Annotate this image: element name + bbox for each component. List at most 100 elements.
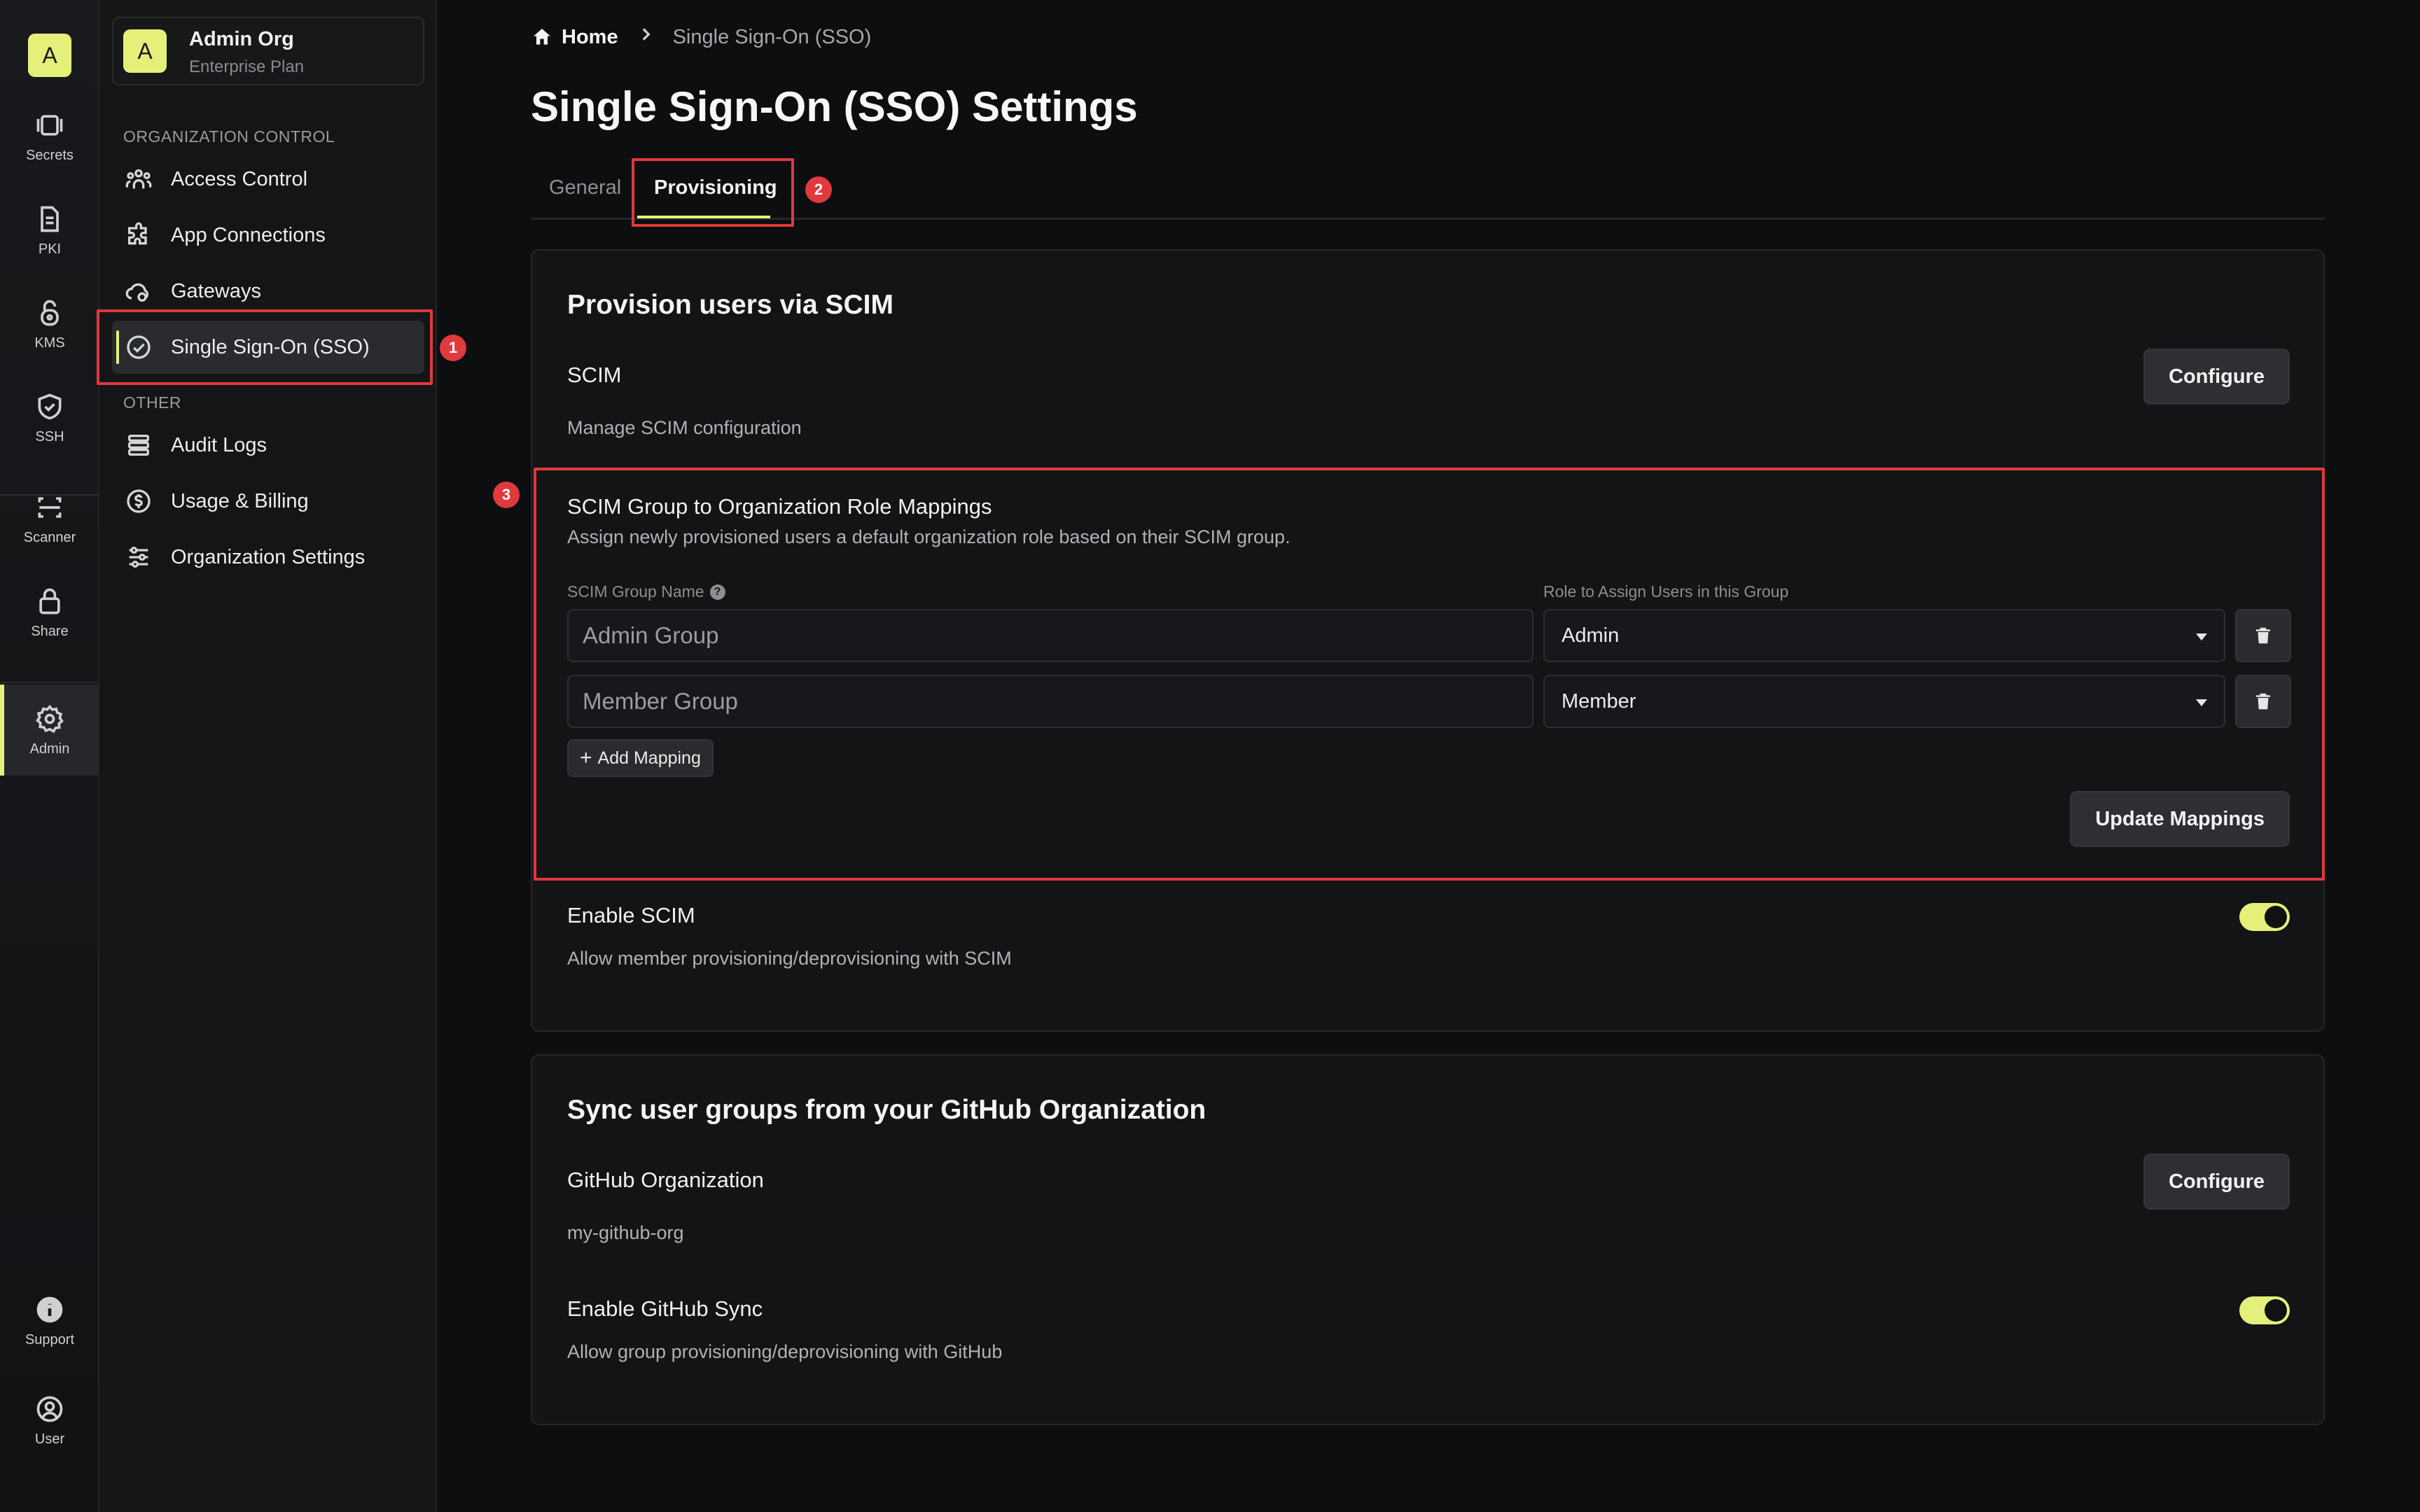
rail-item-pki[interactable]: PKI [0, 185, 99, 276]
enable-scim-description: Allow member provisioning/deprovisioning… [567, 948, 1012, 969]
rail-item-support[interactable]: Support [0, 1275, 99, 1366]
github-card-title: Sync user groups from your GitHub Organi… [567, 1095, 1206, 1125]
rail-item-label: Scanner [23, 529, 76, 545]
app-rail: A Secrets PKI KMS SSH Scanner Share Admi… [0, 0, 99, 1512]
puzzle-icon [128, 222, 147, 245]
sidebar-item-label: App Connections [171, 223, 326, 246]
add-mapping-label: Add Mapping [597, 748, 701, 768]
update-mappings-button[interactable]: Update Mappings [2070, 791, 2290, 847]
rail-item-label: Admin [29, 741, 70, 757]
rail-divider [0, 682, 99, 683]
sidebar-item-gateways[interactable]: Gateways [112, 265, 424, 318]
breadcrumb: Home Single Sign-On (SSO) [531, 25, 871, 49]
rail-item-admin[interactable]: Admin [0, 685, 99, 776]
ssh-icon [38, 393, 62, 419]
scim-configure-button[interactable]: Configure [2143, 349, 2290, 405]
org-name: Admin Org [189, 28, 294, 50]
dollar-circle-icon [127, 489, 151, 513]
rail-item-share[interactable]: Share [0, 567, 99, 658]
check-circle-icon [127, 335, 151, 359]
sidebar-item-label: Gateways [171, 279, 261, 302]
trash-icon [2256, 693, 2270, 710]
secrets-icon [36, 114, 63, 136]
rail-item-scanner[interactable]: Scanner [0, 473, 99, 564]
stack-icon [128, 435, 149, 456]
scim-group-name-input[interactable]: Admin Group [567, 609, 1534, 662]
enable-github-sync-toggle[interactable] [2239, 1296, 2290, 1324]
add-mapping-button[interactable]: + Add Mapping [567, 739, 714, 777]
breadcrumb-home[interactable]: Home [531, 26, 618, 49]
mappings-description: Assign newly provisioned users a default… [567, 526, 1291, 547]
role-select-value: Admin [1562, 624, 1620, 647]
role-select-value: Member [1562, 690, 1636, 713]
plus-icon: + [580, 746, 592, 769]
sidebar-item-usage-billing[interactable]: Usage & Billing [112, 475, 424, 528]
tab-general[interactable]: General [549, 176, 621, 200]
cloud-gateway-icon [125, 283, 149, 302]
scim-description: Manage SCIM configuration [567, 417, 802, 438]
annotation-badge-3: 3 [493, 482, 520, 508]
delete-mapping-button[interactable] [2235, 675, 2291, 728]
kms-icon [41, 300, 59, 326]
annotation-badge-1: 1 [440, 335, 466, 361]
org-switcher[interactable]: A Admin Org Enterprise Plan [112, 17, 424, 85]
active-tab-indicator [637, 216, 770, 218]
page-title: Single Sign-On (SSO) Settings [531, 83, 1138, 130]
delete-mapping-button[interactable] [2235, 609, 2291, 662]
caret-down-icon [2196, 634, 2207, 640]
scim-group-name-input[interactable]: Member Group [567, 675, 1534, 728]
sidebar-item-label: Audit Logs [171, 433, 267, 456]
sidebar-item-single-sign-on[interactable]: Single Sign-On (SSO) [112, 321, 424, 374]
sidebar-item-audit-logs[interactable]: Audit Logs [112, 419, 424, 472]
sidebar-item-label: Organization Settings [171, 545, 366, 568]
tab-provisioning[interactable]: Provisioning [654, 176, 777, 200]
enable-scim-toggle[interactable] [2239, 903, 2290, 931]
app-logo[interactable]: A [28, 34, 71, 77]
rail-item-ssh[interactable]: SSH [0, 372, 99, 463]
section-label-organization-control: ORGANIZATION CONTROL [123, 127, 335, 146]
sliders-icon [129, 547, 148, 568]
rail-item-label: SSH [35, 428, 64, 444]
scim-provisioning-card: Provision users via SCIM SCIM Configure … [531, 249, 2325, 1032]
section-label-other: OTHER [123, 393, 181, 412]
role-select[interactable]: Member [1543, 675, 2225, 728]
sidebar-item-organization-settings[interactable]: Organization Settings [112, 531, 424, 584]
github-org-value: my-github-org [567, 1222, 684, 1243]
rail-item-secrets[interactable]: Secrets [0, 91, 99, 182]
rail-item-user[interactable]: User [0, 1375, 99, 1466]
user-icon [36, 1396, 63, 1422]
caret-down-icon [2196, 699, 2207, 706]
github-configure-button[interactable]: Configure [2143, 1154, 2290, 1210]
rail-item-label: KMS [34, 335, 65, 351]
rail-item-label: User [34, 1431, 65, 1447]
support-icon [36, 1296, 63, 1322]
org-plan: Enterprise Plan [189, 57, 305, 76]
share-icon [39, 588, 60, 614]
scim-group-name-label-text: SCIM Group Name [567, 582, 704, 601]
enable-github-sync-description: Allow group provisioning/deprovisioning … [567, 1341, 1003, 1362]
scim-card-title: Provision users via SCIM [567, 290, 894, 320]
home-icon [534, 29, 550, 45]
breadcrumb-current: Single Sign-On (SSO) [672, 25, 872, 48]
chevron-right-icon [637, 25, 655, 49]
mappings-title: SCIM Group to Organization Role Mappings [567, 494, 992, 519]
rail-item-label: PKI [38, 241, 62, 257]
sidebar-item-access-control[interactable]: Access Control [112, 153, 424, 206]
scanner-icon [38, 496, 62, 518]
admin-sidebar: A Admin Org Enterprise Plan ORGANIZATION… [99, 0, 437, 1512]
scim-group-name-label: SCIM Group Name ? [567, 582, 725, 601]
pki-icon [41, 206, 59, 232]
org-avatar: A [123, 29, 167, 73]
rail-item-kms[interactable]: KMS [0, 279, 99, 370]
rail-item-label: Share [31, 623, 69, 639]
github-sync-card: Sync user groups from your GitHub Organi… [531, 1054, 2325, 1425]
sidebar-item-label: Single Sign-On (SSO) [171, 335, 370, 358]
admin-gear-icon [36, 704, 64, 733]
sidebar-item-label: Access Control [171, 167, 308, 190]
settings-tabs: General Provisioning [531, 161, 2325, 220]
sidebar-item-app-connections[interactable]: App Connections [112, 209, 424, 262]
role-select[interactable]: Admin [1543, 609, 2225, 662]
enable-github-sync-title: Enable GitHub Sync [567, 1296, 763, 1321]
help-icon[interactable]: ? [709, 584, 725, 600]
scim-title: SCIM [567, 363, 622, 387]
